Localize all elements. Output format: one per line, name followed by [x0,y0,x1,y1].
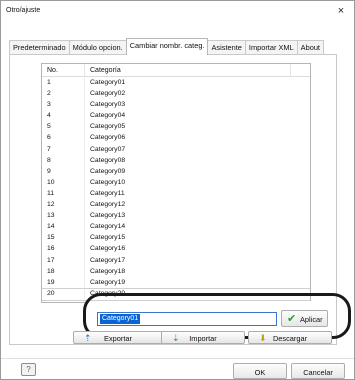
row-number: 13 [47,212,55,220]
list-item[interactable]: 4 Category04 [42,111,310,123]
title-bar: Otro/ajuste × [1,1,354,23]
row-number: 11 [47,189,55,197]
column-header-category[interactable]: Categoría [90,67,121,74]
ok-button[interactable]: OK [233,363,287,379]
row-category-name: Category08 [90,156,126,164]
row-number: 8 [47,156,51,164]
row-category-name: Category18 [90,267,126,275]
help-icon[interactable]: ? [21,363,36,376]
row-number: 5 [47,123,51,131]
cancel-label: Cancelar [303,368,333,377]
row-category-name: Category15 [90,234,126,242]
row-category-name: Category12 [90,201,126,209]
list-item[interactable]: 15 Category15 [42,233,310,245]
list-item[interactable]: 14 Category14 [42,222,310,234]
ok-label: OK [254,368,266,377]
row-number: 9 [47,167,51,175]
selected-text: Category01 [100,314,141,324]
list-item[interactable]: 2 Category02 [42,89,310,101]
row-category-name: Category10 [90,178,126,186]
row-category-name: Category02 [90,90,126,98]
category-list[interactable]: No. Categoría 1 Category01 2 Category02 3 Cat… [41,63,311,303]
import-label: Importar [189,334,217,343]
row-number: 16 [47,245,55,253]
row-number: 14 [47,223,55,231]
settings-dialog: Otro/ajuste × Predeterminado Módulo opci… [0,0,355,380]
list-item[interactable]: 18 Category18 [42,266,310,278]
tab-importar-xml[interactable]: Importar XML [244,40,298,55]
list-item[interactable]: 10 Category10 [42,177,310,189]
category-name-input[interactable]: Category01 [97,312,277,326]
row-category-name: Category16 [90,245,126,253]
list-item[interactable]: 19 Category19 [42,277,310,289]
tab-predeterminado[interactable]: Predeterminado [9,40,70,55]
row-number: 4 [47,112,51,120]
download-label: Descargar [272,334,308,343]
row-category-name: Category06 [90,134,126,142]
tab-asistente[interactable]: Asistente [207,40,246,55]
row-category-name: Category13 [90,212,126,220]
list-item[interactable]: 13 Category13 [42,211,310,223]
row-number: 17 [47,256,55,264]
apply-button[interactable]: ✔ Aplicar [281,310,328,327]
list-item[interactable]: 1 Category01 [42,78,310,90]
row-number: 7 [47,145,51,153]
row-category-name: Category05 [90,123,126,131]
export-button[interactable]: ⇡ Exportar [73,331,163,344]
list-item[interactable]: 6 Category06 [42,133,310,145]
close-icon[interactable]: × [334,4,348,18]
row-category-name: Category03 [90,101,126,109]
column-header-no[interactable]: No. [47,67,58,74]
list-item[interactable]: 12 Category12 [42,200,310,212]
row-category-name: Category17 [90,256,126,264]
list-item[interactable]: 17 Category17 [42,255,310,267]
list-item[interactable]: 11 Category11 [42,188,310,201]
row-category-name: Category01 [90,79,126,86]
row-category-name: Category07 [90,145,126,153]
apply-label: Aplicar [300,315,323,324]
row-number: 1 [47,79,51,86]
row-category-name: Category11 [90,189,125,197]
row-category-name: Category04 [90,112,126,120]
list-rows: 1 Category01 2 Category02 3 Category03 4 Catego… [42,78,310,301]
cancel-button[interactable]: Cancelar [291,363,345,379]
footer-divider [1,358,354,359]
window-title: Otro/ajuste [6,7,41,14]
row-number: 10 [47,178,55,186]
row-number: 20 [47,289,55,297]
row-category-name: Category09 [90,167,126,175]
row-number: 15 [47,234,55,242]
row-number: 2 [47,90,51,98]
checkmark-icon: ✔ [287,313,297,325]
row-number: 12 [47,201,55,209]
row-number: 18 [47,267,55,275]
tab-modulo-opcion[interactable]: Módulo opcion. [68,40,127,55]
row-category-name: Category14 [90,223,126,231]
list-item[interactable]: 9 Category09 [42,166,310,178]
download-button[interactable]: ⬇ Descargar [248,331,332,344]
list-item[interactable]: 7 Category07 [42,144,310,156]
row-number: 19 [47,278,55,286]
list-item[interactable]: 5 Category05 [42,122,310,134]
list-item[interactable]: 16 Category16 [42,244,310,256]
row-number: 3 [47,101,51,109]
tab-bar: Predeterminado Módulo opcion. Cambiar no… [9,38,324,55]
list-item[interactable]: 8 Category08 [42,155,310,167]
tab-about[interactable]: About [296,40,324,55]
tab-cambiar-nombr-categ[interactable]: Cambiar nombr. categ. [125,38,209,55]
row-number: 6 [47,134,51,142]
row-category-name: Category19 [90,278,126,286]
list-header: No. Categoría [42,64,310,77]
list-item[interactable]: 3 Category03 [42,100,310,112]
import-button[interactable]: ⇣ Importar [161,331,245,344]
export-label: Exportar [104,334,132,343]
